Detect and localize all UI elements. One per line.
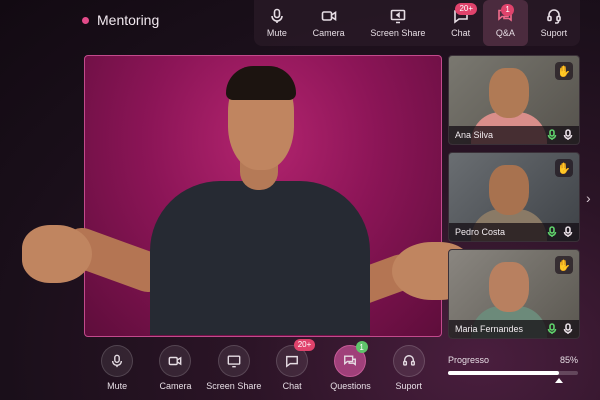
chevron-right-icon[interactable]: ›: [586, 190, 596, 210]
top-screen-share-button[interactable]: Screen Share: [358, 0, 439, 46]
bottom-support-label: Suport: [395, 381, 423, 391]
top-mute-button[interactable]: Mute: [254, 0, 300, 46]
participant-name: Ana Silva: [455, 130, 494, 140]
participant-tile[interactable]: ✋ Ana Silva: [448, 55, 580, 145]
progress-track: [448, 371, 578, 383]
mic-icon: [271, 8, 283, 23]
top-mute-label: Mute: [266, 28, 287, 38]
chat-icon: [286, 355, 299, 368]
bottom-camera-label: Camera: [159, 381, 192, 391]
mic-active-icon: [547, 226, 557, 237]
mic-icon[interactable]: [563, 323, 573, 335]
bottom-toolbar: Mute Camera Screen Share 20+ Chat 1 Ques…: [88, 339, 438, 397]
top-support-label: Suport: [540, 28, 568, 38]
camera-icon: [321, 11, 336, 21]
participant-head: [489, 165, 529, 215]
bottom-mute-button[interactable]: Mute: [88, 345, 146, 397]
participant-audio-indicators: [547, 129, 573, 141]
bottom-mute-label: Mute: [107, 381, 128, 391]
progress-indicator: Progresso 85%: [448, 355, 578, 383]
participant-tile[interactable]: ✋ Pedro Costa: [448, 152, 580, 242]
participant-audio-indicators: [547, 323, 573, 335]
progress-fill: [448, 371, 559, 375]
top-support-button[interactable]: Suport: [528, 0, 580, 46]
top-screen-share-label: Screen Share: [370, 28, 426, 38]
raise-hand-icon[interactable]: ✋: [555, 256, 573, 274]
top-qa-label: Q&A: [495, 28, 515, 38]
bottom-questions-button[interactable]: 1 Questions: [321, 341, 379, 397]
progress-marker: [554, 378, 563, 383]
bottom-support-button[interactable]: Suport: [380, 345, 438, 397]
questions-icon: [344, 355, 357, 366]
mic-icon[interactable]: [563, 129, 573, 141]
bottom-chat-button[interactable]: 20+ Chat: [263, 339, 321, 397]
mic-icon[interactable]: [563, 226, 573, 238]
participant-tile[interactable]: ✋ Maria Fernandes: [448, 249, 580, 339]
mic-active-icon: [547, 129, 557, 140]
screen-share-icon: [227, 355, 241, 368]
bottom-questions-label: Questions: [330, 381, 371, 391]
top-camera-button[interactable]: Camera: [300, 0, 358, 46]
questions-badge: 1: [355, 341, 368, 353]
room-title-text: Mentoring: [97, 12, 160, 28]
mic-active-icon: [547, 323, 557, 334]
screen-share-icon: [390, 9, 406, 24]
chat-badge: 20+: [455, 3, 478, 15]
headset-icon: [547, 9, 561, 24]
top-chat-button[interactable]: 20+ Chat: [438, 0, 483, 46]
bottom-chat-label: Chat: [282, 381, 302, 391]
qa-badge: 1: [501, 4, 514, 16]
headset-icon: [402, 355, 415, 366]
mic-icon: [112, 354, 123, 368]
participant-head: [489, 68, 529, 118]
participant-name: Maria Fernandes: [455, 324, 524, 334]
live-dot: [82, 16, 89, 24]
top-toolbar: Mute Camera Screen Share 20+ Chat 1 Q&A …: [254, 0, 580, 46]
raise-hand-icon[interactable]: ✋: [555, 159, 573, 177]
bottom-camera-button[interactable]: Camera: [146, 345, 204, 397]
raise-hand-icon[interactable]: ✋: [555, 62, 573, 80]
participant-head: [489, 262, 529, 312]
room-title: Mentoring: [82, 12, 159, 28]
top-camera-label: Camera: [312, 28, 345, 38]
progress-value: 85%: [559, 355, 578, 365]
chat-badge: 20+: [293, 339, 316, 351]
participant-name: Pedro Costa: [455, 227, 506, 237]
top-chat-label: Chat: [451, 28, 471, 38]
camera-icon: [169, 356, 182, 366]
participant-audio-indicators: [547, 226, 573, 238]
speaker-left-hand: [22, 225, 92, 283]
speaker-body: [150, 181, 370, 335]
progress-label: Progresso: [448, 355, 490, 365]
top-qa-button[interactable]: 1 Q&A: [483, 0, 528, 46]
speaker-hair: [226, 66, 296, 100]
bottom-screen-share-button[interactable]: Screen Share: [205, 345, 263, 397]
video-call-screen: Mentoring Mute Camera Screen Share 20+ C…: [0, 0, 600, 400]
bottom-screen-share-label: Screen Share: [206, 381, 262, 391]
